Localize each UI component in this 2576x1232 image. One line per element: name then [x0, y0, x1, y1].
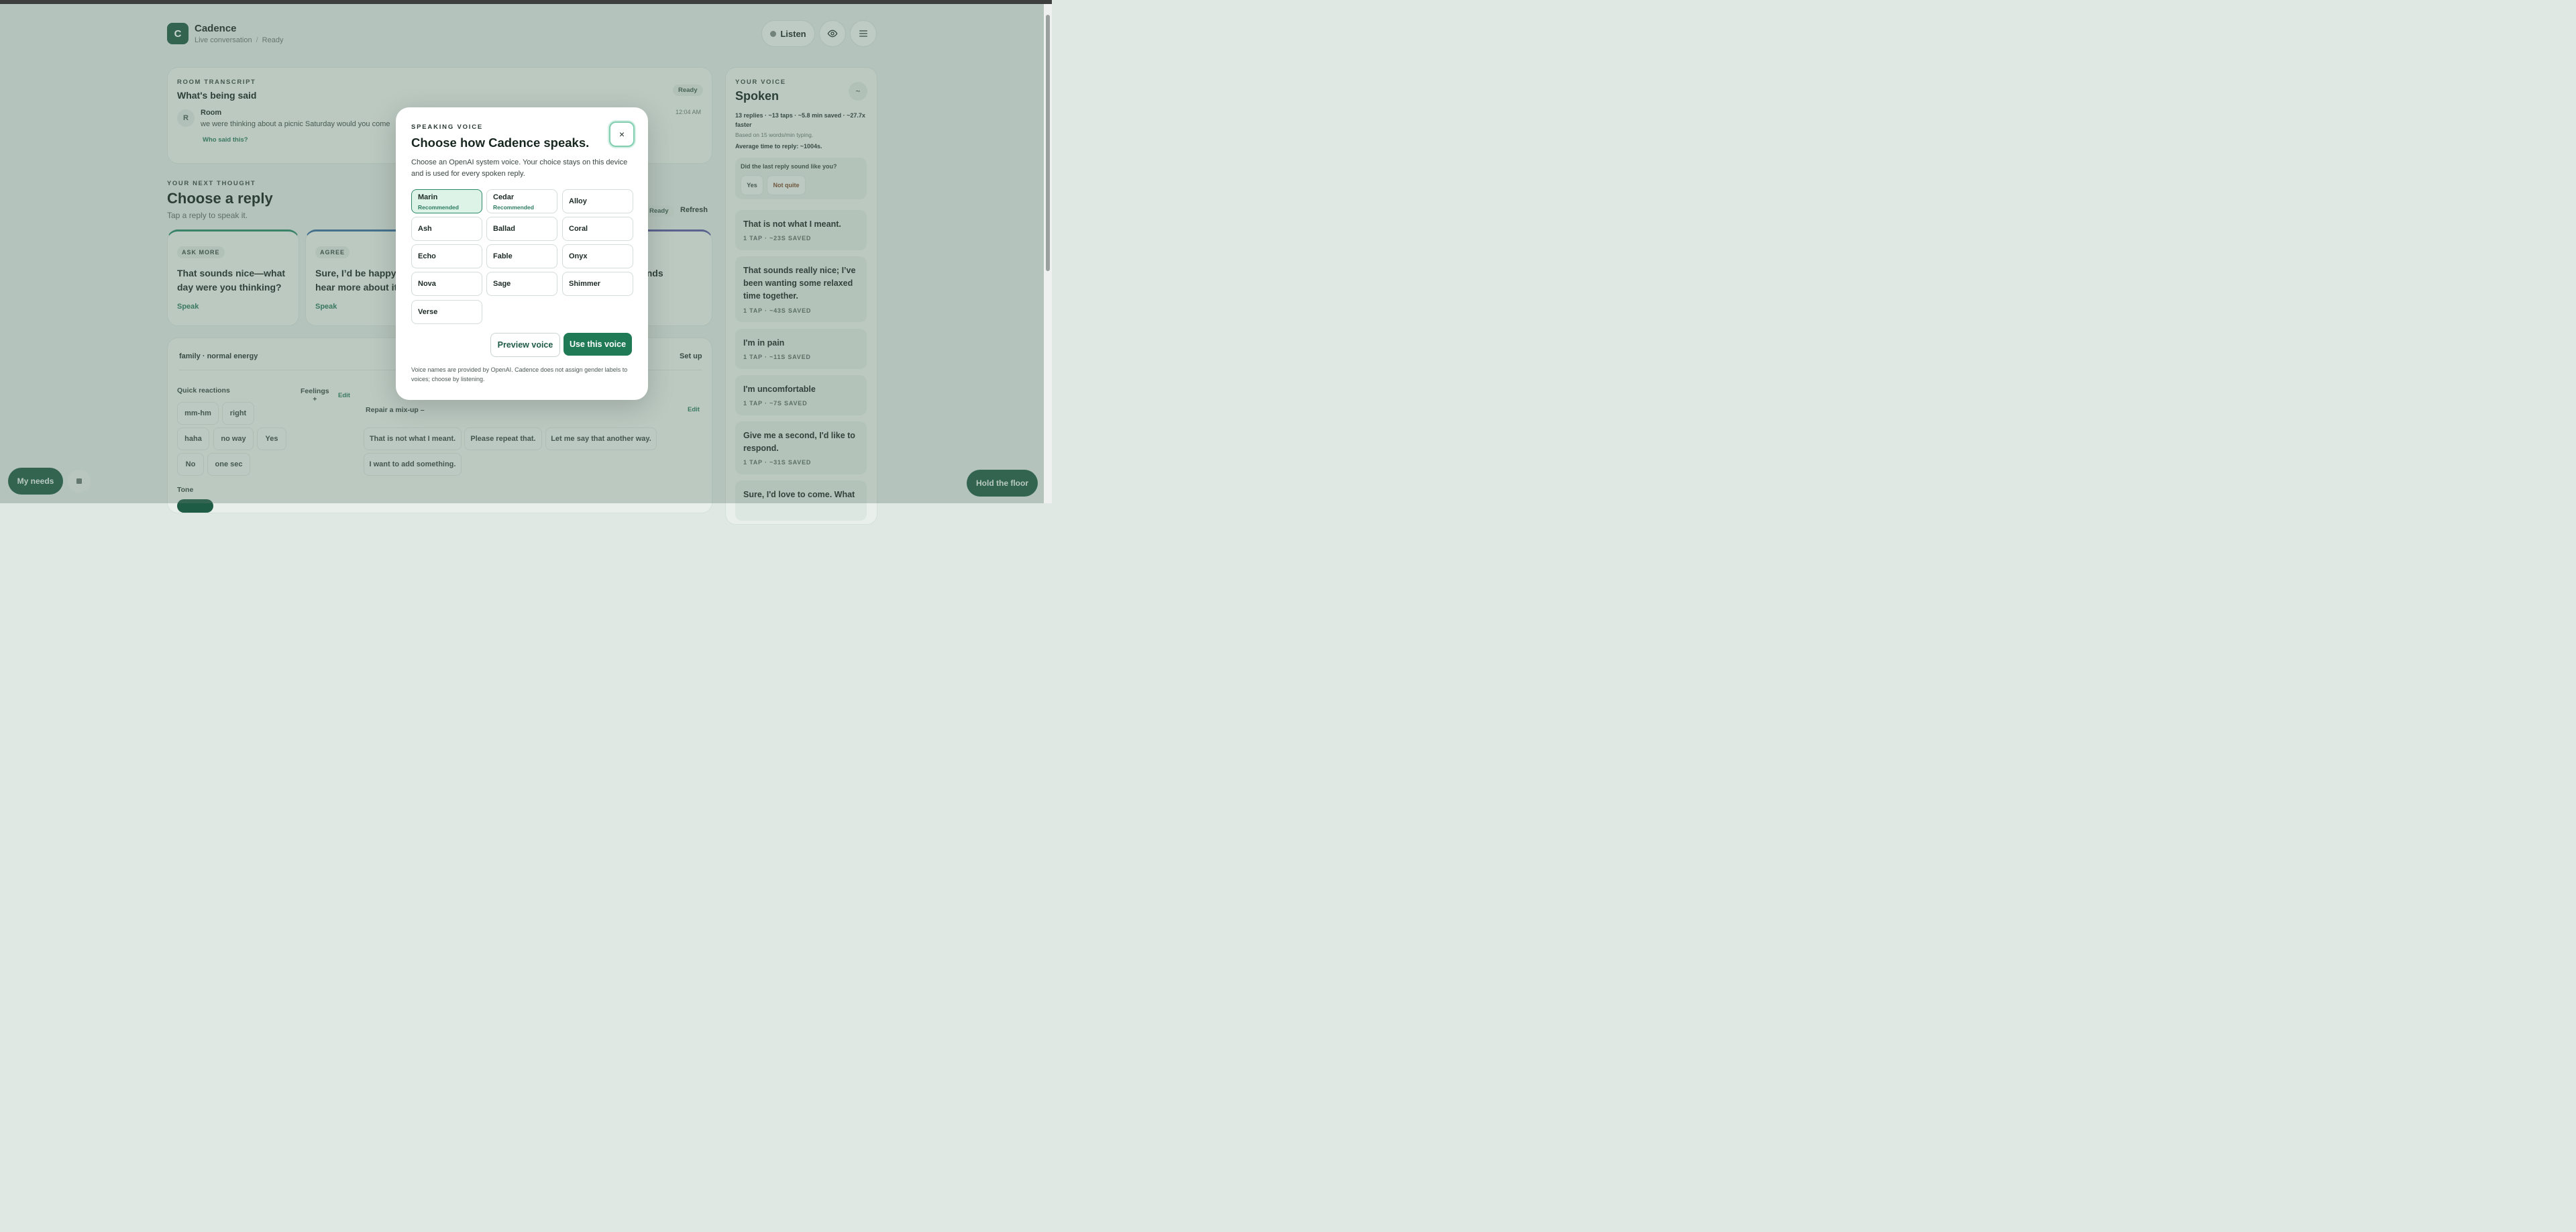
- close-icon: ×: [619, 129, 625, 140]
- voice-option-shimmer[interactable]: Shimmer: [562, 272, 633, 296]
- voice-name: Nova: [418, 280, 436, 288]
- voice-option-coral[interactable]: Coral: [562, 217, 633, 241]
- voice-option-onyx[interactable]: Onyx: [562, 244, 633, 268]
- voice-option-ash[interactable]: Ash: [411, 217, 482, 241]
- voice-name: Marin: [418, 193, 438, 201]
- close-button[interactable]: ×: [609, 121, 635, 147]
- voice-option-marin[interactable]: Marin Recommended: [411, 189, 482, 213]
- voice-recommended-label: Recommended: [418, 204, 459, 211]
- app-root: C Cadence Live conversation / Ready Listen…: [0, 0, 1052, 525]
- voice-option-echo[interactable]: Echo: [411, 244, 482, 268]
- voice-name: Shimmer: [569, 280, 601, 288]
- voice-name: Sage: [493, 280, 511, 288]
- voice-name: Coral: [569, 225, 588, 233]
- voice-recommended-label: Recommended: [493, 204, 534, 211]
- preview-voice-button[interactable]: Preview voice: [490, 333, 560, 357]
- voice-option-cedar[interactable]: Cedar Recommended: [486, 189, 557, 213]
- scrollbar-thumb[interactable]: [1046, 15, 1050, 271]
- voice-name: Fable: [493, 252, 513, 260]
- voice-option-alloy[interactable]: Alloy: [562, 189, 633, 213]
- voice-option-sage[interactable]: Sage: [486, 272, 557, 296]
- voice-option-fable[interactable]: Fable: [486, 244, 557, 268]
- voice-name: Ballad: [493, 225, 516, 233]
- voice-option-verse[interactable]: Verse: [411, 300, 482, 324]
- dialog-title: Choose how Cadence speaks.: [411, 136, 590, 150]
- voice-option-ballad[interactable]: Ballad: [486, 217, 557, 241]
- dialog-description: Choose an OpenAI system voice. Your choi…: [411, 158, 628, 178]
- use-this-voice-button[interactable]: Use this voice: [564, 333, 632, 356]
- dialog-footnote: Voice names are provided by OpenAI. Cade…: [411, 366, 628, 382]
- voice-name: Ash: [418, 225, 432, 233]
- dialog-eyebrow: SPEAKING VOICE: [411, 123, 484, 131]
- voice-option-nova[interactable]: Nova: [411, 272, 482, 296]
- voice-name: Alloy: [569, 197, 587, 205]
- voice-name: Onyx: [569, 252, 588, 260]
- page-scrollbar[interactable]: [1044, 4, 1052, 503]
- voice-picker-dialog: SPEAKING VOICE Choose how Cadence speaks…: [396, 107, 648, 400]
- voice-name: Echo: [418, 252, 436, 260]
- voice-name: Cedar: [493, 193, 515, 201]
- voice-name: Verse: [418, 308, 438, 316]
